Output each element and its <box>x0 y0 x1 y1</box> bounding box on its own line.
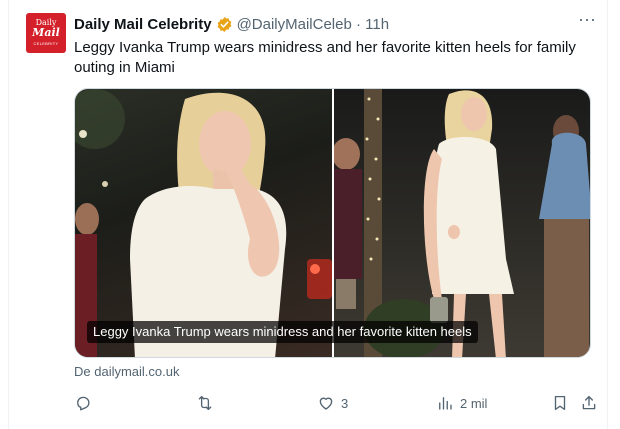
views-count: 2 mil <box>460 395 488 411</box>
share-button[interactable] <box>580 393 598 413</box>
tweet-card[interactable]: Daily Mail CELEBRITY Daily Mail Celebrit… <box>8 0 608 429</box>
share-icon <box>582 395 596 410</box>
heart-icon <box>319 397 333 410</box>
handle-and-time[interactable]: @DailyMailCeleb · 11h <box>237 16 390 33</box>
avatar[interactable]: Daily Mail CELEBRITY <box>26 13 66 53</box>
action-bar: 3 2 mil <box>74 393 599 413</box>
retweet-icon <box>198 395 212 411</box>
photo-left[interactable] <box>75 89 332 357</box>
avatar-line3: CELEBRITY <box>33 41 59 46</box>
verified-badge-icon[interactable] <box>216 16 233 33</box>
bookmark-button[interactable] <box>551 393 569 413</box>
like-button[interactable]: 3 <box>317 393 348 413</box>
reply-button[interactable] <box>74 393 92 413</box>
more-options-icon[interactable]: ··· <box>577 10 597 32</box>
photo-right[interactable] <box>332 89 590 357</box>
retweet-button[interactable] <box>196 393 214 413</box>
account-name[interactable]: Daily Mail Celebrity <box>74 16 212 33</box>
photo-left-illustration <box>75 89 332 357</box>
like-count: 3 <box>341 395 349 411</box>
photo-right-illustration <box>332 89 590 357</box>
tweet-media[interactable]: Leggy Ivanka Trump wears minidress and h… <box>74 88 591 358</box>
tweet-text: Leggy Ivanka Trump wears minidress and h… <box>74 39 576 76</box>
views-bar-chart-icon <box>439 397 452 410</box>
tweet-header: Daily Mail Celebrity @DailyMailCeleb · 1… <box>74 14 389 34</box>
media-caption: Leggy Ivanka Trump wears minidress and h… <box>87 321 478 343</box>
link-source[interactable]: De dailymail.co.uk <box>74 364 180 379</box>
reply-icon <box>77 396 90 411</box>
avatar-line2: Mail <box>32 26 60 39</box>
views-button[interactable]: 2 mil <box>436 393 487 413</box>
bookmark-icon <box>554 395 566 411</box>
